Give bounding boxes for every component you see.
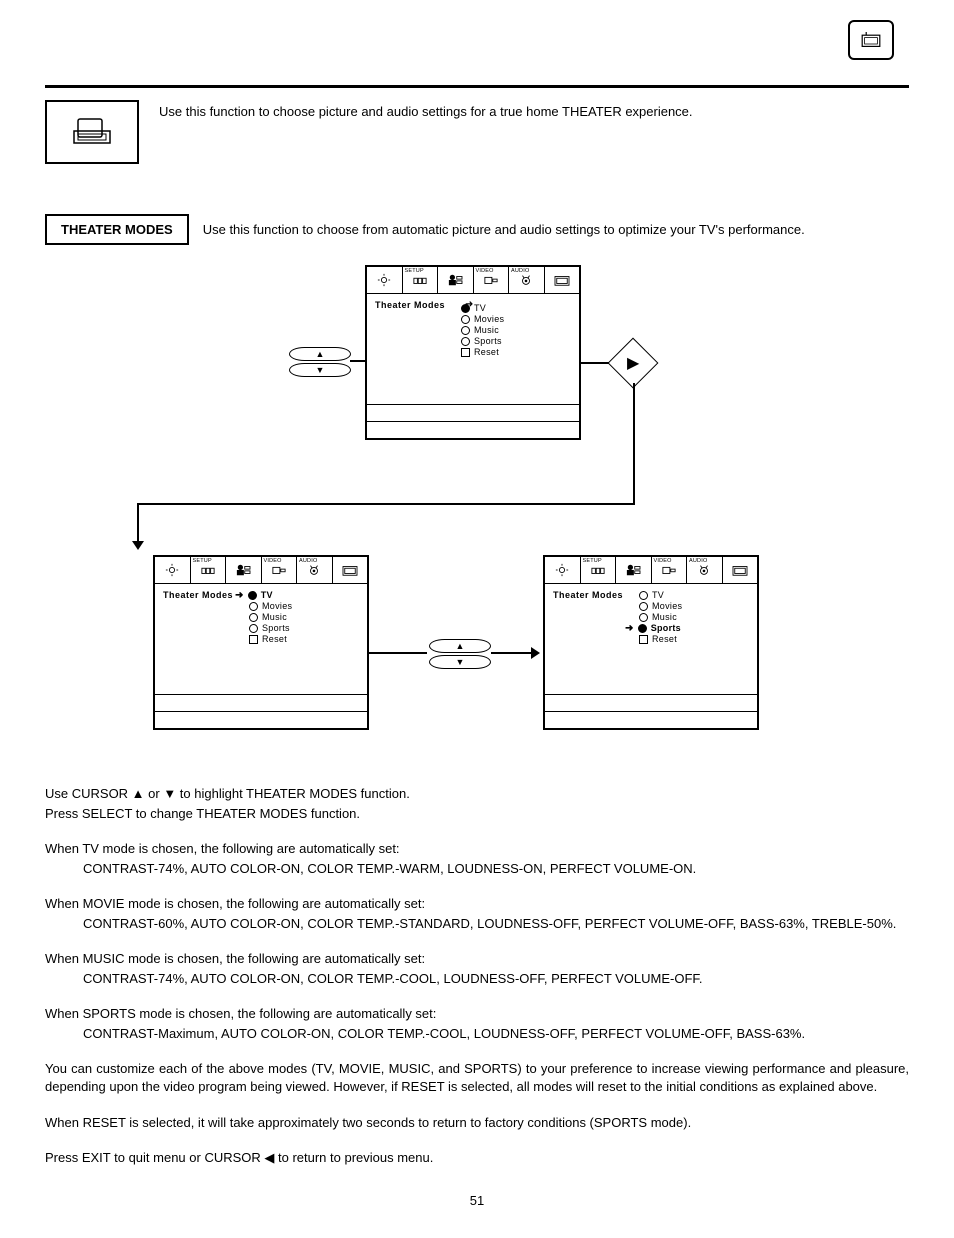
- option-sports: Sports: [249, 623, 361, 633]
- section-description: Use this function to choose from automat…: [203, 222, 805, 237]
- movie-mode-heading: When MOVIE mode is chosen, the following…: [45, 895, 909, 913]
- osd-tab-person: [438, 267, 474, 293]
- intro-theater-icon: [45, 100, 139, 164]
- cursor-down-button[interactable]: ▼: [289, 363, 351, 377]
- osd-tab-setup: SETUP: [403, 267, 439, 293]
- option-tv: ➜TV: [235, 590, 361, 600]
- option-reset: Reset: [249, 634, 361, 644]
- select-button[interactable]: ▶: [608, 338, 659, 389]
- theater-icon: [72, 117, 112, 147]
- option-movies: Movies: [249, 601, 361, 611]
- osd-panel-tv-selected: SETUP VIDEO AUDIO Theater Modes ➜TV Movi…: [153, 555, 369, 730]
- music-mode-values: CONTRAST-74%, AUTO COLOR-ON, COLOR TEMP.…: [45, 970, 909, 988]
- section-label-theater-modes: THEATER MODES: [45, 214, 189, 245]
- cursor-updown-control: ▲ ▼: [429, 639, 491, 669]
- theater-icon: [861, 32, 881, 48]
- option-reset: Reset: [639, 634, 751, 644]
- osd-tab-audio: AUDIO: [509, 267, 545, 293]
- option-reset: Reset: [461, 347, 573, 357]
- sports-mode-values: CONTRAST-Maximum, AUTO COLOR-ON, COLOR T…: [45, 1025, 909, 1043]
- tv-mode-heading: When TV mode is chosen, the following ar…: [45, 840, 909, 858]
- osd-menu-title: Theater Modes: [375, 300, 445, 310]
- option-music: Music: [249, 612, 361, 622]
- cursor-updown-control: ▲ ▼: [289, 347, 351, 377]
- cursor-up-button[interactable]: ▲: [289, 347, 351, 361]
- customize-note: You can customize each of the above mode…: [45, 1060, 909, 1095]
- select-instruction: Press SELECT to change THEATER MODES fun…: [45, 805, 909, 823]
- option-movies: Movies: [461, 314, 573, 324]
- cursor-instruction: Use CURSOR ▲ or ▼ to highlight THEATER M…: [45, 785, 909, 803]
- movie-mode-values: CONTRAST-60%, AUTO COLOR-ON, COLOR TEMP.…: [45, 915, 909, 933]
- osd-tab-bar: SETUP VIDEO AUDIO: [367, 267, 579, 294]
- osd-flow-diagram: SETUP VIDEO AUDIO Theater Modes ➜ TV Mov…: [45, 265, 909, 765]
- cursor-down-button[interactable]: ▼: [429, 655, 491, 669]
- osd-tab-custom: [367, 267, 403, 293]
- option-music: Music: [639, 612, 751, 622]
- tv-mode-values: CONTRAST-74%, AUTO COLOR-ON, COLOR TEMP.…: [45, 860, 909, 878]
- option-movies: Movies: [639, 601, 751, 611]
- top-divider: [45, 85, 909, 88]
- reset-note: When RESET is selected, it will take app…: [45, 1114, 909, 1132]
- exit-instruction: Press EXIT to quit menu or CURSOR ◀ to r…: [45, 1149, 909, 1167]
- instruction-text: Use CURSOR ▲ or ▼ to highlight THEATER M…: [45, 785, 909, 1167]
- option-tv: TV: [461, 303, 573, 313]
- osd-panel-main: SETUP VIDEO AUDIO Theater Modes ➜ TV Mov…: [365, 265, 581, 440]
- option-music: Music: [461, 325, 573, 335]
- osd-tab-theater: [545, 267, 580, 293]
- osd-tab-video: VIDEO: [474, 267, 510, 293]
- page-number: 51: [45, 1193, 909, 1208]
- option-sports: ➜Sports: [625, 623, 751, 633]
- cursor-up-button[interactable]: ▲: [429, 639, 491, 653]
- music-mode-heading: When MUSIC mode is chosen, the following…: [45, 950, 909, 968]
- intro-text: Use this function to choose picture and …: [159, 104, 693, 119]
- option-tv: TV: [639, 590, 751, 600]
- sports-mode-heading: When SPORTS mode is chosen, the followin…: [45, 1005, 909, 1023]
- option-sports: Sports: [461, 336, 573, 346]
- page-corner-icon: [848, 20, 894, 60]
- osd-panel-sports-selected: SETUP VIDEO AUDIO Theater Modes TV Movie…: [543, 555, 759, 730]
